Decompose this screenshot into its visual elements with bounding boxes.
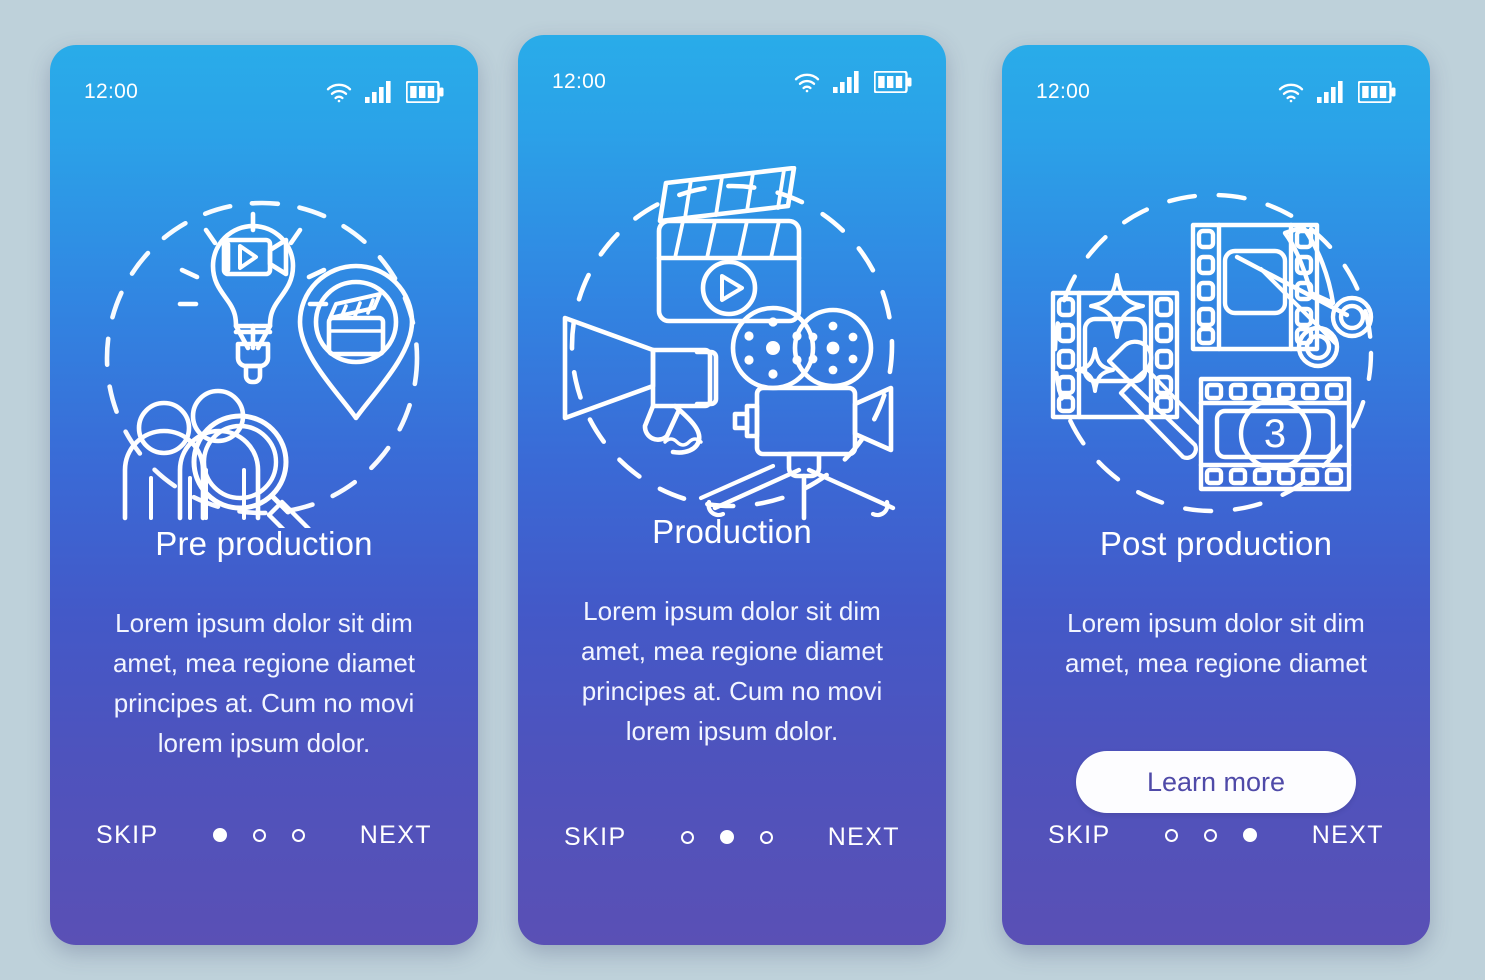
status-bar-clock: 12:00 [84,80,139,103]
cellular-signal-icon [1317,81,1345,103]
cellular-signal-icon [833,71,861,93]
post-production-illustration: 3 [1002,163,1430,543]
skip-button[interactable]: SKIP [562,819,629,856]
onboarding-screens-stage: 12:00 Pre production Lorem ipsum dolor s… [0,0,1485,980]
onboarding-footer: SKIP NEXT [518,817,946,857]
wifi-icon [794,72,820,93]
page-title: Production [652,513,812,550]
next-button[interactable]: NEXT [826,819,902,856]
status-bar-icons [326,81,444,103]
battery-icon [874,71,912,93]
status-bar-clock: 12:00 [1036,80,1091,103]
pre-production-illustration [50,163,478,543]
wifi-icon [326,82,352,103]
skip-button[interactable]: SKIP [94,817,161,854]
production-illustration [518,153,946,533]
pagination-dot-3[interactable] [760,830,774,844]
pagination-dot-2[interactable] [253,828,267,842]
next-button[interactable]: NEXT [358,817,434,854]
cellular-signal-icon [365,81,393,103]
status-bar-clock: 12:00 [552,70,607,93]
page-description: Lorem ipsum dolor sit dim amet, mea regi… [580,596,884,746]
page-description: Lorem ipsum dolor sit dim amet, mea regi… [1064,608,1368,678]
status-bar-icons [1278,81,1396,103]
pagination-dot-1[interactable] [1165,828,1179,842]
status-bar: 12:00 [1002,75,1430,109]
phone-screen-post-production: 12:00 3 Post production Lorem ipsum dolo… [1002,45,1430,945]
pagination-dots [1165,828,1258,842]
battery-icon [1358,81,1396,103]
pagination-dots [681,830,774,844]
status-bar: 12:00 [518,65,946,99]
battery-icon [406,81,444,103]
onboarding-footer: SKIP NEXT [50,815,478,855]
page-title: Pre production [155,525,373,562]
page-title: Post production [1099,525,1333,562]
pagination-dot-3[interactable] [1243,828,1258,842]
pagination-dot-1[interactable] [213,828,228,842]
pagination-dot-2[interactable] [720,830,735,844]
learn-more-button[interactable]: Learn more [1076,751,1356,813]
next-button[interactable]: NEXT [1310,817,1386,854]
phone-screen-production: 12:00 Production Lorem ipsum dolor sit d… [518,35,946,945]
page-description: Lorem ipsum dolor sit dim amet, mea regi… [112,608,416,758]
pagination-dot-2[interactable] [1204,828,1218,842]
pagination-dot-1[interactable] [681,830,695,844]
wifi-icon [1278,82,1304,103]
pagination-dot-3[interactable] [292,828,306,842]
phone-screen-pre-production: 12:00 Pre production Lorem ipsum dolor s… [50,45,478,945]
onboarding-footer: SKIP NEXT [1002,815,1430,855]
skip-button[interactable]: SKIP [1046,817,1113,854]
status-bar-icons [794,71,912,93]
film-counter-number: 3 [1264,412,1286,456]
pagination-dots [213,828,306,842]
status-bar: 12:00 [50,75,478,109]
